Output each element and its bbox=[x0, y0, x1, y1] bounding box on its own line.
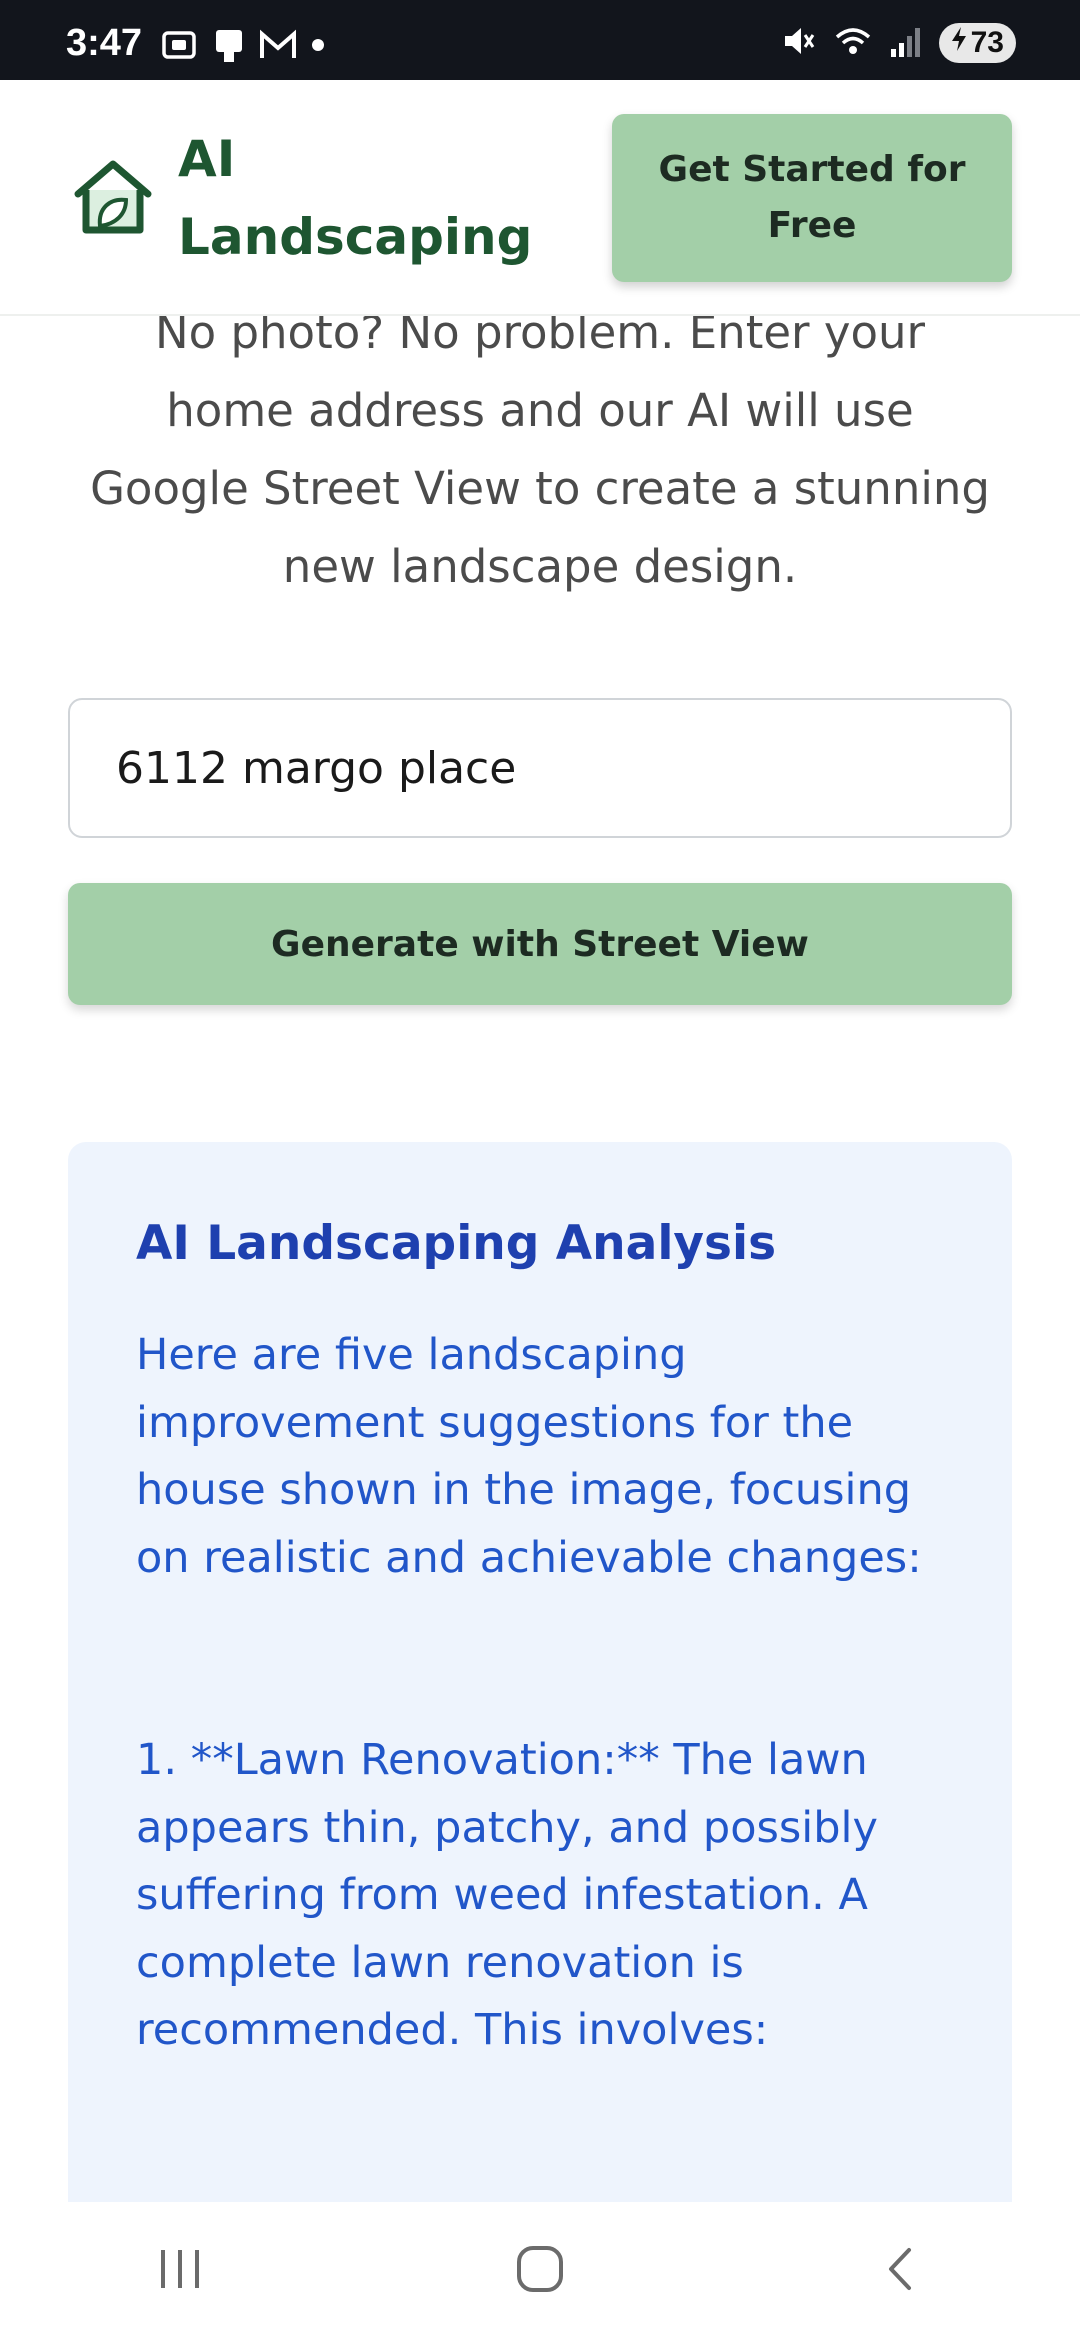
battery-level: 73 bbox=[970, 26, 1004, 59]
house-leaf-icon bbox=[70, 156, 156, 240]
home-icon bbox=[515, 2244, 565, 2298]
generate-street-view-button[interactable]: Generate with Street View bbox=[68, 883, 1012, 1005]
address-input[interactable] bbox=[68, 698, 1012, 838]
screen: 3:47 73 AI Landscaping Get Started for F… bbox=[0, 0, 1080, 2340]
intro-text: No photo? No problem. Enter your home ad… bbox=[90, 306, 990, 593]
dot-icon bbox=[308, 35, 328, 59]
battery-indicator: 73 bbox=[938, 23, 1016, 63]
get-started-button[interactable]: Get Started for Free bbox=[612, 114, 1012, 282]
back-button[interactable] bbox=[840, 2211, 960, 2331]
notification-icons bbox=[160, 26, 328, 68]
brand-name: AI Landscaping bbox=[178, 130, 533, 266]
mute-icon bbox=[779, 22, 817, 64]
analysis-title: AI Landscaping Analysis bbox=[136, 1216, 777, 1271]
recent-apps-button[interactable] bbox=[120, 2211, 240, 2331]
site-header: AI Landscaping Get Started for Free bbox=[0, 80, 1080, 316]
system-icons: 73 bbox=[779, 22, 1016, 64]
screenshot-icon bbox=[160, 27, 200, 67]
brand-logo-link[interactable]: AI Landscaping bbox=[70, 120, 578, 276]
analysis-card: AI Landscaping Analysis Here are five la… bbox=[68, 1142, 1012, 2202]
home-button[interactable] bbox=[480, 2211, 600, 2331]
navigation-bar bbox=[0, 2202, 1080, 2340]
status-time: 3:47 bbox=[66, 22, 143, 64]
clipboard-icon bbox=[210, 26, 248, 68]
back-icon bbox=[875, 2244, 925, 2298]
battery-charging-icon bbox=[949, 25, 969, 61]
analysis-text: Here are five landscaping improvement su… bbox=[136, 1330, 922, 2055]
signal-icon bbox=[889, 23, 923, 63]
wifi-icon bbox=[833, 23, 873, 63]
recent-apps-icon bbox=[155, 2244, 205, 2298]
gmail-icon bbox=[258, 28, 298, 66]
status-bar: 3:47 73 bbox=[0, 0, 1080, 80]
